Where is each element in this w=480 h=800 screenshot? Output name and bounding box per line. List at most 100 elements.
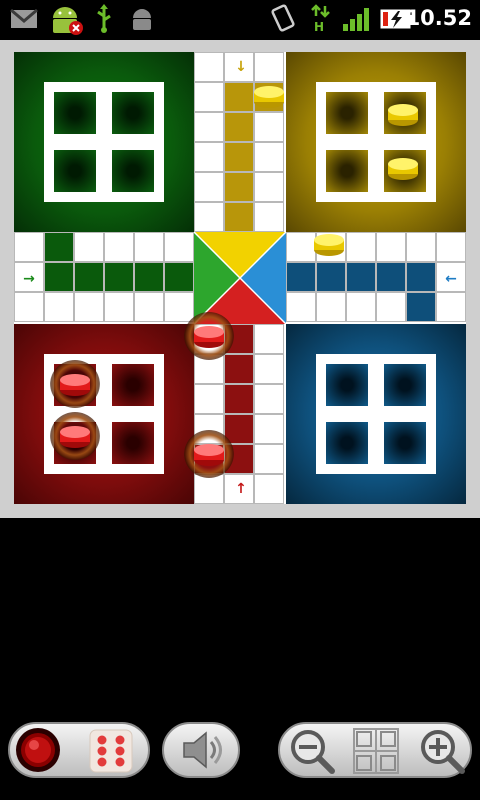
track-cell[interactable] — [134, 292, 164, 322]
track-cell[interactable] — [224, 142, 254, 172]
track-cell[interactable] — [254, 172, 284, 202]
yellow-token[interactable] — [312, 230, 346, 258]
track-cell[interactable] — [224, 82, 254, 112]
blue-yard — [286, 324, 466, 504]
blue-home-slot[interactable] — [384, 364, 426, 406]
zoom-control — [278, 722, 472, 778]
track-cell[interactable] — [164, 292, 194, 322]
track-cell[interactable] — [194, 384, 224, 414]
track-cell[interactable] — [254, 384, 284, 414]
track-cell[interactable] — [14, 232, 44, 262]
android-debug-icon — [130, 6, 154, 36]
track-cell[interactable] — [376, 262, 406, 292]
track-cell[interactable] — [194, 142, 224, 172]
yellow-token[interactable] — [386, 100, 420, 128]
green-yard — [14, 52, 194, 232]
track-cell[interactable] — [254, 414, 284, 444]
red-token[interactable] — [50, 412, 100, 460]
track-cell[interactable] — [254, 474, 284, 504]
track-cell[interactable] — [224, 354, 254, 384]
track-cell[interactable] — [254, 202, 284, 232]
track-cell[interactable] — [316, 292, 346, 322]
track-cell[interactable] — [316, 262, 346, 292]
green-entry-arrow: → — [23, 271, 35, 287]
gmail-icon — [10, 8, 38, 33]
track-cell[interactable] — [104, 292, 134, 322]
sound-control[interactable] — [162, 722, 240, 778]
yellow-home-slot[interactable] — [326, 150, 368, 192]
center-home-triangle — [194, 232, 286, 324]
track-cell[interactable] — [14, 292, 44, 322]
red-token[interactable] — [184, 430, 234, 478]
track-cell[interactable] — [134, 232, 164, 262]
track-cell[interactable] — [436, 292, 466, 322]
track-cell[interactable] — [74, 292, 104, 322]
status-bar: H 10.52 — [0, 0, 480, 38]
track-cell[interactable] — [134, 262, 164, 292]
track-cell[interactable] — [224, 112, 254, 142]
zoom-in-icon[interactable] — [418, 727, 466, 779]
zoom-out-icon[interactable] — [288, 727, 336, 779]
track-cell[interactable] — [164, 232, 194, 262]
track-cell[interactable] — [254, 354, 284, 384]
record-icon[interactable] — [14, 726, 62, 778]
track-cell[interactable] — [376, 232, 406, 262]
track-cell[interactable] — [194, 112, 224, 142]
track-cell[interactable] — [44, 292, 74, 322]
track-cell[interactable] — [254, 324, 284, 354]
hspa-data-icon: H — [310, 4, 332, 38]
green-home-slot[interactable] — [54, 92, 96, 134]
track-cell[interactable] — [254, 52, 284, 82]
blue-home-slot[interactable] — [326, 422, 368, 464]
track-cell[interactable] — [376, 292, 406, 322]
green-home-slot[interactable] — [112, 92, 154, 134]
dice-six-icon[interactable] — [88, 728, 134, 778]
blue-home-slot[interactable] — [326, 364, 368, 406]
track-cell[interactable] — [44, 232, 74, 262]
track-cell[interactable] — [104, 262, 134, 292]
track-cell[interactable] — [286, 292, 316, 322]
track-cell[interactable] — [224, 202, 254, 232]
red-token[interactable] — [184, 312, 234, 360]
track-cell[interactable] — [406, 232, 436, 262]
track-cell[interactable] — [346, 262, 376, 292]
track-cell[interactable] — [286, 262, 316, 292]
track-cell[interactable] — [164, 262, 194, 292]
red-yard — [14, 324, 194, 504]
track-cell[interactable] — [194, 172, 224, 202]
track-cell[interactable] — [254, 142, 284, 172]
ludo-board[interactable]: ↓ → ← ↑ — [14, 52, 466, 504]
track-cell[interactable] — [194, 474, 224, 504]
track-cell[interactable] — [224, 384, 254, 414]
yellow-token[interactable] — [252, 82, 286, 110]
yellow-home-slot[interactable] — [326, 92, 368, 134]
speaker-icon[interactable] — [178, 727, 226, 777]
track-cell[interactable] — [346, 292, 376, 322]
track-cell[interactable] — [254, 444, 284, 474]
board-grid-icon[interactable] — [352, 727, 400, 779]
blue-home-slot[interactable] — [384, 422, 426, 464]
track-cell[interactable] — [44, 262, 74, 292]
track-cell[interactable] — [436, 232, 466, 262]
yellow-token[interactable] — [386, 154, 420, 182]
track-cell[interactable] — [406, 262, 436, 292]
track-cell[interactable] — [346, 232, 376, 262]
yellow-entry-arrow: ↓ — [235, 59, 247, 75]
track-cell[interactable] — [194, 52, 224, 82]
track-cell[interactable] — [104, 232, 134, 262]
track-cell[interactable] — [254, 112, 284, 142]
red-home-slot[interactable] — [112, 364, 154, 406]
track-cell[interactable] — [194, 202, 224, 232]
red-home-slot[interactable] — [112, 422, 154, 464]
svg-text:H: H — [314, 20, 324, 34]
green-home-slot[interactable] — [54, 150, 96, 192]
green-home-slot[interactable] — [112, 150, 154, 192]
green-home-box — [44, 82, 164, 202]
red-token[interactable] — [50, 360, 100, 408]
track-cell[interactable] — [74, 262, 104, 292]
track-cell[interactable] — [74, 232, 104, 262]
track-cell[interactable] — [406, 292, 436, 322]
track-cell[interactable] — [224, 172, 254, 202]
android-alert-icon — [48, 2, 84, 40]
track-cell[interactable] — [194, 82, 224, 112]
